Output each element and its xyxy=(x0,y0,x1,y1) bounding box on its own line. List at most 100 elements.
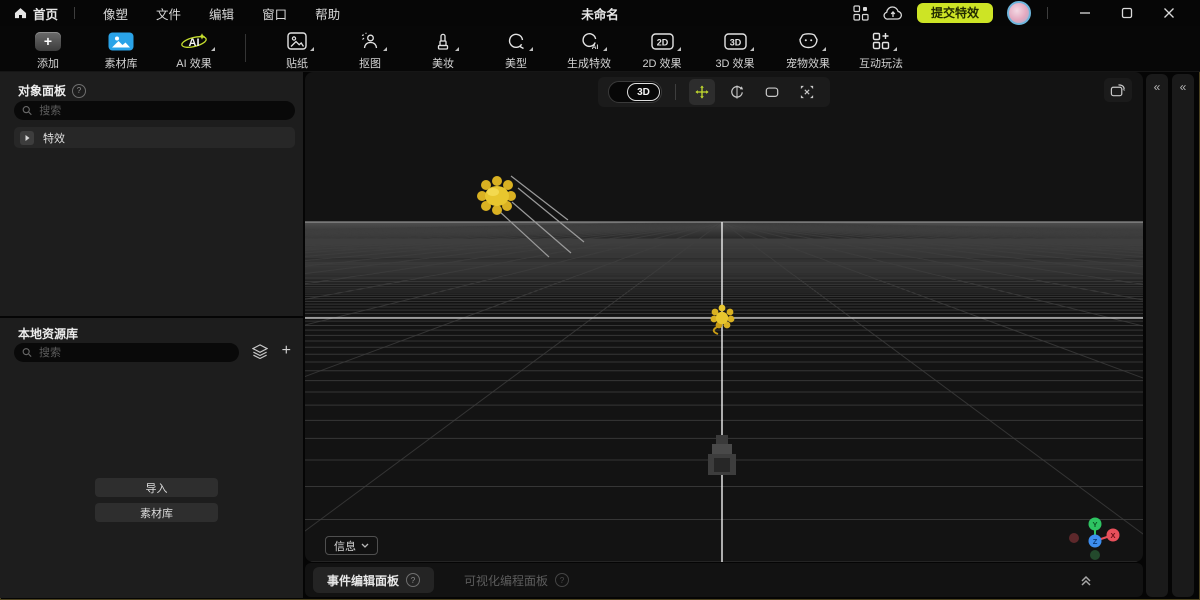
expand-chevron-icon[interactable] xyxy=(20,131,34,145)
toolbar-item-face-reshape[interactable]: 美型 xyxy=(494,30,538,71)
toolbar-separator xyxy=(245,34,246,62)
svg-text:2D: 2D xyxy=(656,37,668,47)
info-dropdown-button[interactable]: 信息 xyxy=(325,536,378,555)
maximize-button[interactable] xyxy=(1106,0,1148,26)
scene-viewport[interactable]: Y X Z 3D xyxy=(305,72,1143,562)
mode-toggle-knob: 3D xyxy=(627,83,660,101)
toolbar-item-pet-effect[interactable]: 宠物效果 xyxy=(786,30,830,71)
dropdown-corner-icon xyxy=(893,47,897,51)
toolbar-item-sticker[interactable]: 贴纸 xyxy=(275,30,319,71)
toolbar-item-material-library[interactable]: 素材库 xyxy=(99,30,143,71)
material-library-button[interactable]: 素材库 xyxy=(95,503,218,522)
move-tool-icon xyxy=(695,84,709,100)
apps-grid-icon[interactable] xyxy=(853,5,869,21)
svg-text:AI: AI xyxy=(189,37,200,49)
close-button[interactable] xyxy=(1148,0,1190,26)
search-icon xyxy=(22,105,32,116)
orientation-gizmo[interactable]: Y X Z xyxy=(1069,518,1120,561)
mode-toggle-3d[interactable]: 3D xyxy=(608,81,662,103)
help-question-icon[interactable] xyxy=(406,573,420,587)
scale-tool-button[interactable] xyxy=(759,79,785,105)
minimize-button[interactable] xyxy=(1064,0,1106,26)
svg-text:X: X xyxy=(1110,531,1115,540)
cutout-icon xyxy=(360,32,380,50)
object-search-input[interactable] xyxy=(37,104,287,118)
toolbar-item-ai-effect[interactable]: AI AI 效果 xyxy=(172,30,216,71)
frame-all-button[interactable] xyxy=(794,79,820,105)
home-button[interactable]: 首页 xyxy=(14,4,58,23)
ai-effect-icon: AI xyxy=(180,31,208,51)
add-resource-icon[interactable] xyxy=(282,342,291,360)
menu-help[interactable]: 帮助 xyxy=(301,4,354,23)
cloud-upload-icon[interactable] xyxy=(883,5,903,21)
dropdown-corner-icon xyxy=(603,47,607,51)
dropdown-corner-icon xyxy=(529,47,533,51)
toolbar-item-interactive-play[interactable]: 互动玩法 xyxy=(859,30,903,71)
camera-object[interactable] xyxy=(708,435,736,475)
home-icon xyxy=(14,7,27,19)
expand-panel-button[interactable] xyxy=(1073,572,1099,588)
svg-text:Z: Z xyxy=(1093,537,1098,546)
rotate-tool-button[interactable] xyxy=(724,79,750,105)
toolbar-item-add[interactable]: 添加 xyxy=(26,30,70,71)
move-tool-button[interactable] xyxy=(689,79,715,105)
generate-effect-icon: AI xyxy=(579,32,600,51)
toolbar-item-makeup[interactable]: 美妆 xyxy=(421,30,465,71)
dropdown-corner-icon xyxy=(211,47,215,51)
dropdown-corner-icon xyxy=(455,47,459,51)
toolbar-item-generate-effect[interactable]: AI 生成特效 xyxy=(567,30,611,71)
scene-canvas[interactable]: Y X Z xyxy=(305,72,1143,562)
menu-window[interactable]: 窗口 xyxy=(248,4,301,23)
scale-tool-icon xyxy=(765,84,779,100)
toolbar-item-3d-effect[interactable]: 3D 3D 效果 xyxy=(713,30,757,71)
search-icon xyxy=(22,347,32,358)
library-search xyxy=(14,343,239,362)
layers-icon[interactable] xyxy=(252,344,268,359)
reset-view-button[interactable] xyxy=(1104,78,1132,102)
toolbar-item-2d-effect[interactable]: 2D 2D 效果 xyxy=(640,30,684,71)
dropdown-corner-icon xyxy=(822,47,826,51)
ground-grid xyxy=(305,222,1143,562)
app-window: 首页 像塑 文件 编辑 窗口 帮助 未命名 提交特效 xyxy=(0,0,1200,600)
axis-neg-x[interactable] xyxy=(1069,533,1079,543)
effect-2d-icon: 2D xyxy=(651,33,674,50)
viewport-toolbar: 3D xyxy=(598,77,830,107)
avatar[interactable] xyxy=(1007,1,1031,25)
add-key-icon xyxy=(35,32,61,51)
effect-3d-icon: 3D xyxy=(724,33,747,50)
tree-item-effect[interactable]: 特效 xyxy=(14,127,295,148)
menu-edit[interactable]: 编辑 xyxy=(195,4,248,23)
dropdown-corner-icon xyxy=(677,47,681,51)
toolbar-item-cutout[interactable]: 抠图 xyxy=(348,30,392,71)
close-icon xyxy=(1163,7,1175,19)
tab-event-editor[interactable]: 事件编辑面板 xyxy=(313,567,434,593)
axis-neg-y[interactable] xyxy=(1090,550,1100,560)
svg-text:AI: AI xyxy=(591,44,598,51)
face-reshape-icon xyxy=(506,32,526,51)
collapsed-panel-preview[interactable] xyxy=(1172,74,1194,597)
rotate-tool-icon xyxy=(730,84,744,100)
tab-visual-programming[interactable]: 可视化编程面板 xyxy=(450,567,583,593)
menu-app[interactable]: 像塑 xyxy=(89,4,142,23)
flower-head xyxy=(477,176,516,215)
object-search xyxy=(14,101,295,120)
submit-effect-button[interactable]: 提交特效 xyxy=(917,3,993,23)
menu-separator xyxy=(74,7,75,19)
local-library-title: 本地资源库 xyxy=(18,325,78,342)
makeup-icon xyxy=(434,32,452,51)
help-question-icon[interactable] xyxy=(555,573,569,587)
maximize-icon xyxy=(1121,7,1133,19)
home-label: 首页 xyxy=(33,4,58,23)
viewport-toolbar-separator xyxy=(675,84,676,100)
collapsed-panel-inspector[interactable] xyxy=(1146,74,1168,597)
window-controls-separator xyxy=(1047,7,1048,19)
interactive-play-icon xyxy=(872,32,890,50)
library-search-input[interactable] xyxy=(37,346,231,360)
import-button[interactable]: 导入 xyxy=(95,478,218,497)
menu-file[interactable]: 文件 xyxy=(142,4,195,23)
panel-divider xyxy=(0,316,303,318)
sticker-icon xyxy=(287,32,307,50)
dropdown-corner-icon xyxy=(310,47,314,51)
bottom-panel-bar: 事件编辑面板 可视化编程面板 xyxy=(305,563,1143,597)
help-question-icon[interactable] xyxy=(72,84,86,98)
